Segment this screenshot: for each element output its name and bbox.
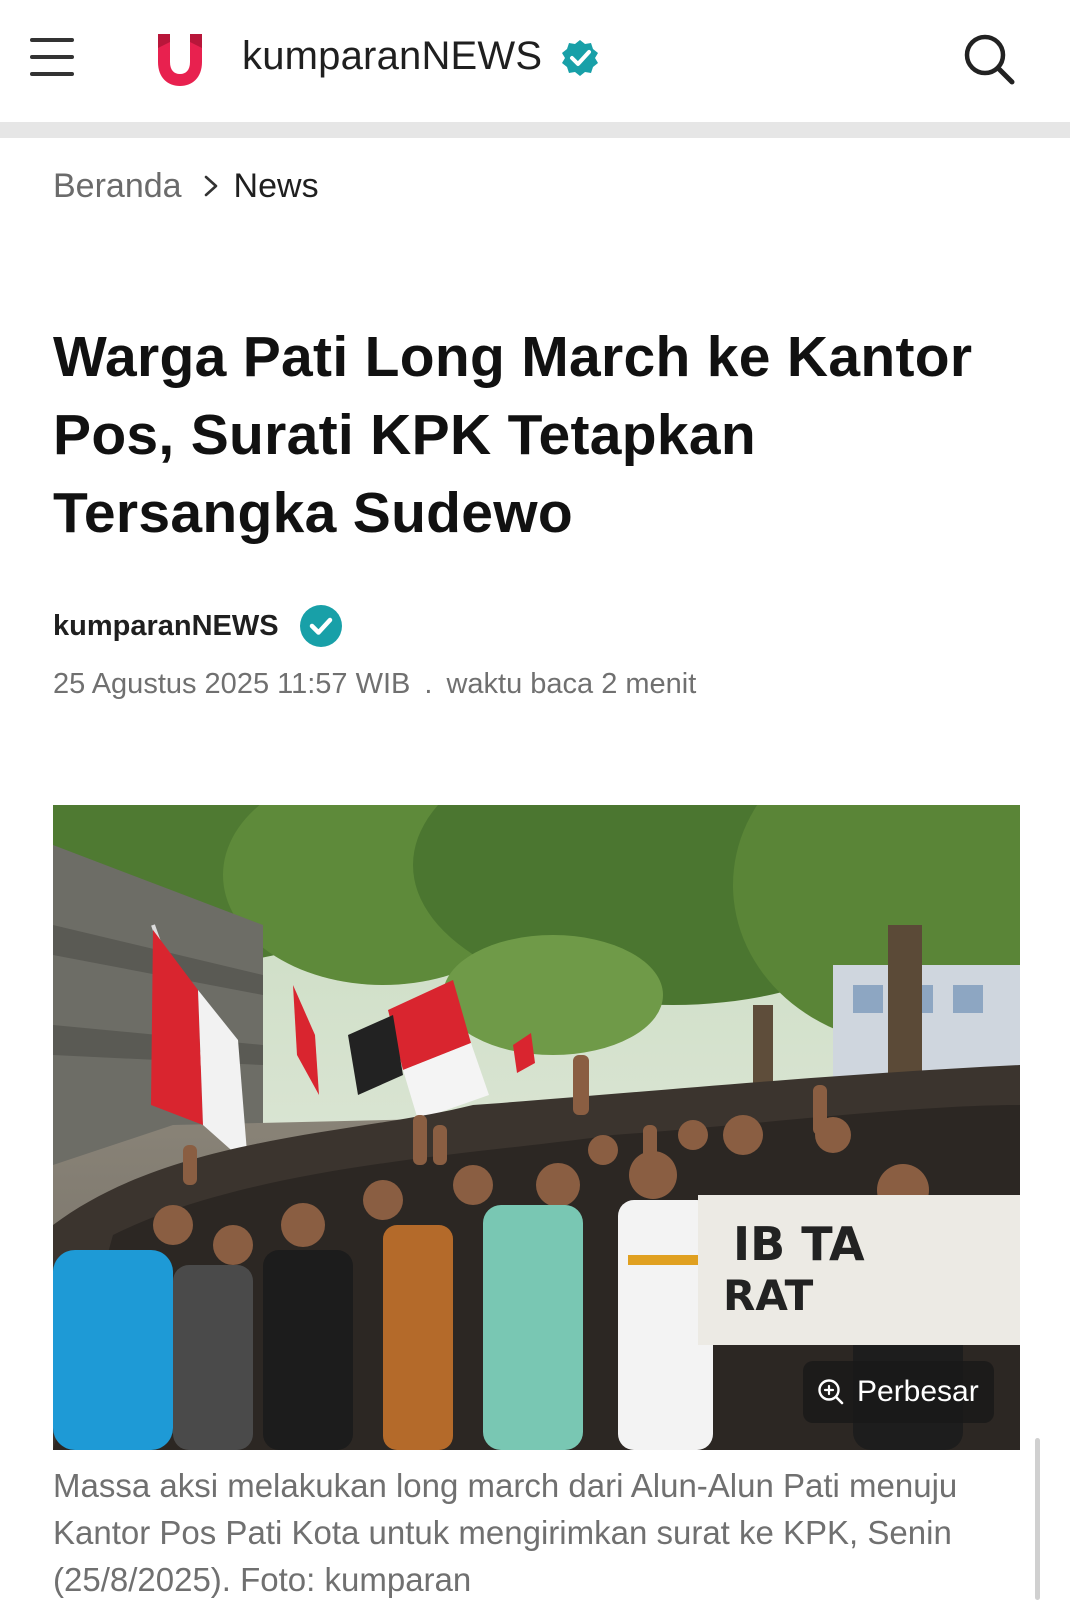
kumparan-logo-icon[interactable]: [154, 28, 206, 90]
svg-text:RAT: RAT: [723, 1271, 814, 1320]
search-icon[interactable]: [960, 30, 1018, 88]
verified-check-icon: [562, 40, 598, 76]
breadcrumb-home-link[interactable]: Beranda: [53, 167, 182, 206]
verified-check-icon: [299, 605, 342, 647]
brand-name[interactable]: kumparanNEWS: [242, 34, 542, 79]
meta-separator: .: [424, 668, 433, 700]
article-hero-image[interactable]: IB TA RAT: [53, 805, 1020, 1450]
menu-line: [30, 38, 74, 42]
article-meta: 25 Agustus 2025 11:57 WIB . waktu baca 2…: [53, 668, 696, 701]
breadcrumb: Beranda News: [53, 164, 319, 208]
read-time: waktu baca 2 menit: [446, 668, 697, 700]
enlarge-image-button[interactable]: Perbesar: [803, 1361, 994, 1423]
top-navigation-bar: kumparanNEWS: [0, 0, 1070, 122]
author-row: kumparanNEWS: [53, 602, 343, 650]
publish-date: 25 Agustus 2025 11:57 WIB: [53, 668, 411, 700]
chevron-right-icon: [204, 175, 217, 197]
image-caption: Massa aksi melakukan long march dari Alu…: [53, 1467, 958, 1598]
menu-line: [30, 72, 74, 76]
breadcrumb-category-link[interactable]: News: [234, 167, 319, 206]
article-title: Warga Pati Long March ke Kantor Pos, Sur…: [53, 325, 973, 545]
hamburger-menu-icon[interactable]: [28, 36, 76, 80]
enlarge-label: Perbesar: [857, 1375, 979, 1408]
zoom-in-icon: [818, 1379, 844, 1405]
author-name-link[interactable]: kumparanNEWS: [53, 610, 279, 643]
svg-text:IB TA: IB TA: [733, 1217, 865, 1271]
menu-line: [30, 55, 74, 59]
protest-photo: IB TA RAT: [53, 805, 1020, 1450]
header-divider: [0, 122, 1070, 138]
scrollbar[interactable]: [1035, 1438, 1040, 1600]
